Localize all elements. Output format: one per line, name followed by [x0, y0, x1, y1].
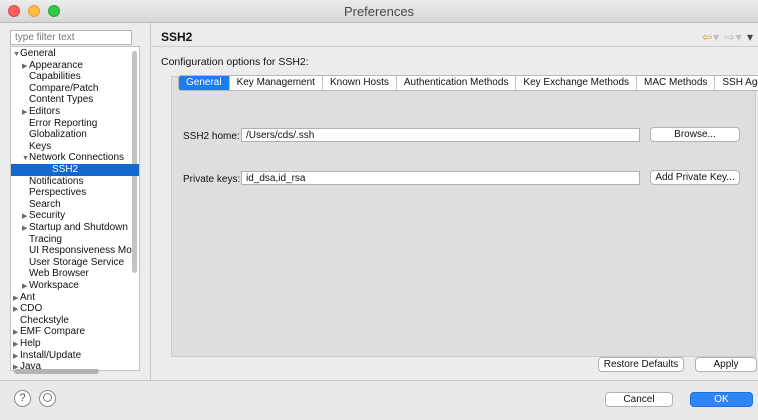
- dialog-footer: ? Cancel OK: [0, 380, 758, 420]
- tree-item-label: Perspectives: [29, 187, 87, 199]
- tree-vertical-scrollbar[interactable]: [132, 51, 137, 273]
- ssh2-home-label: SSH2 home:: [183, 131, 240, 142]
- tab-key-exchange-methods[interactable]: Key Exchange Methods: [515, 76, 636, 90]
- tree-item-label: Workspace: [29, 280, 79, 291]
- page-description: Configuration options for SSH2:: [161, 56, 309, 68]
- tree-item-label: UI Responsiveness Mo: [29, 245, 132, 257]
- ok-button[interactable]: OK: [690, 392, 753, 407]
- tab-authentication-methods[interactable]: Authentication Methods: [395, 76, 516, 90]
- tree-item-label: Notifications: [29, 175, 84, 187]
- tree-item-capabilities[interactable]: Capabilities: [11, 71, 81, 83]
- tree-item-label: General: [20, 48, 56, 59]
- tree-item-network-connections[interactable]: ▼Network Connections: [11, 152, 124, 164]
- tree-item-label: Capabilities: [29, 71, 81, 83]
- tree-item-label: Startup and Shutdown: [29, 222, 128, 233]
- add-private-key-button[interactable]: Add Private Key...: [650, 170, 740, 185]
- tree-item-cdo[interactable]: ▶ CDO: [11, 303, 42, 315]
- tree-item-label: Editors: [29, 106, 61, 117]
- tree-item-ant[interactable]: ▶ Ant: [11, 292, 35, 304]
- tree-item-label: Ant: [20, 291, 36, 303]
- tree-item-web-browser[interactable]: Web Browser: [11, 268, 89, 280]
- tree-item-keys[interactable]: Keys: [11, 141, 51, 153]
- restore-defaults-button[interactable]: Restore Defaults: [598, 357, 684, 372]
- tree-item-emf-compare[interactable]: ▶ EMF Compare: [11, 326, 85, 338]
- tree-item-checkstyle[interactable]: Checkstyle: [11, 315, 69, 327]
- tree-item-tracing[interactable]: Tracing: [11, 234, 62, 246]
- tree-item-label: CDO: [20, 303, 43, 315]
- tree-item-label: Help: [20, 338, 41, 349]
- preferences-sidebar: ▼General▶AppearanceCapabilitiesCompare/P…: [0, 23, 151, 380]
- preference-page: SSH2 ⇦▾ ⇨▾ ▾ Configuration options for S…: [151, 23, 758, 380]
- tree-item-appearance[interactable]: ▶ Appearance: [11, 60, 83, 72]
- preference-tree[interactable]: ▼General ▶ Appearance Capabilities Compare/P…: [10, 46, 140, 371]
- tree-item-label: Tracing: [29, 233, 62, 245]
- private-keys-label: Private keys:: [183, 174, 241, 185]
- tree-item-label: Content Types: [29, 94, 94, 106]
- apply-button[interactable]: Apply: [695, 357, 757, 372]
- tree-item-security[interactable]: ▶ Security: [11, 210, 65, 222]
- header-divider: [151, 46, 758, 47]
- tree-item-label: Search: [29, 198, 61, 210]
- tree-item-label: Error Reporting: [29, 117, 98, 129]
- tree-item-content-types[interactable]: Content Types: [11, 94, 93, 106]
- tree-item-label: Appearance: [29, 59, 83, 71]
- tab-known-hosts[interactable]: Known Hosts: [321, 76, 396, 90]
- tab-general[interactable]: General: [179, 76, 229, 90]
- tree-item-compare-patch[interactable]: Compare/Patch: [11, 83, 98, 95]
- tree-item-workspace[interactable]: ▶ Workspace: [11, 280, 79, 292]
- window-title: Preferences: [343, 4, 415, 19]
- tree-item-install-update[interactable]: ▶ Install/Update: [11, 350, 81, 362]
- back-arrow-icon[interactable]: ⇦: [702, 30, 713, 44]
- view-menu-icon[interactable]: ▾: [747, 30, 754, 44]
- tree-item-perspectives[interactable]: Perspectives: [11, 187, 86, 199]
- forward-arrow-icon[interactable]: ⇨: [725, 30, 736, 44]
- help-icon[interactable]: ?: [14, 390, 31, 407]
- tree-item-general[interactable]: ▼General: [11, 48, 56, 60]
- title-bar: Preferences: [0, 0, 758, 23]
- page-navigation: ⇦▾ ⇨▾ ▾: [702, 30, 754, 44]
- tree-item-label: Install/Update: [20, 349, 82, 361]
- tab-key-management[interactable]: Key Management: [228, 76, 322, 90]
- page-title: SSH2: [161, 30, 193, 44]
- tree-item-globalization[interactable]: Globalization: [11, 129, 87, 141]
- tree-item-label: Web Browser: [29, 268, 89, 280]
- tree-item-label: Globalization: [29, 129, 87, 141]
- tree-item-label: Compare/Patch: [29, 82, 99, 94]
- private-keys-field[interactable]: id_dsa,id_rsa: [241, 171, 640, 185]
- tree-item-label: User Storage Service: [29, 256, 125, 268]
- ssh2-tab-bar: General Key Management Known Hosts Authenti…: [178, 75, 758, 91]
- tree-item-label: Checkstyle: [20, 314, 69, 326]
- tree-item-label: Keys: [29, 140, 52, 152]
- tree-item-label: SSH2: [52, 164, 79, 175]
- record-icon[interactable]: [39, 390, 56, 407]
- tree-item-label: Security: [29, 210, 66, 222]
- tab-mac-methods[interactable]: MAC Methods: [636, 76, 714, 90]
- tree-horizontal-scrollbar[interactable]: [14, 369, 99, 374]
- tree-item-ssh2[interactable]: SSH2: [11, 164, 139, 176]
- tree-item-ui-responsiveness-mo[interactable]: UI Responsiveness Mo: [11, 245, 132, 257]
- tree-item-editors[interactable]: ▶ Editors: [11, 106, 60, 118]
- cancel-button[interactable]: Cancel: [605, 392, 673, 407]
- tree-item-label: Network Connections: [29, 152, 125, 164]
- tree-item-label: EMF Compare: [20, 326, 86, 338]
- tree-item-notifications[interactable]: Notifications: [11, 176, 83, 188]
- tab-content-panel: SSH2 home: /Users/cds/.ssh Browse... Pri…: [171, 76, 756, 357]
- tree-item-user-storage-service[interactable]: User Storage Service: [11, 257, 124, 269]
- browse-button[interactable]: Browse...: [650, 127, 740, 142]
- tree-item-help[interactable]: ▶ Help: [11, 338, 41, 350]
- tree-item-search[interactable]: Search: [11, 199, 61, 211]
- ssh2-home-field[interactable]: /Users/cds/.ssh: [241, 128, 640, 142]
- tree-item-error-reporting[interactable]: Error Reporting: [11, 118, 97, 130]
- filter-input[interactable]: [10, 30, 132, 45]
- tab-ssh-agent[interactable]: SSH Agent: [714, 76, 758, 90]
- tree-item-startup-and-shutdown[interactable]: ▶ Startup and Shutdown: [11, 222, 128, 234]
